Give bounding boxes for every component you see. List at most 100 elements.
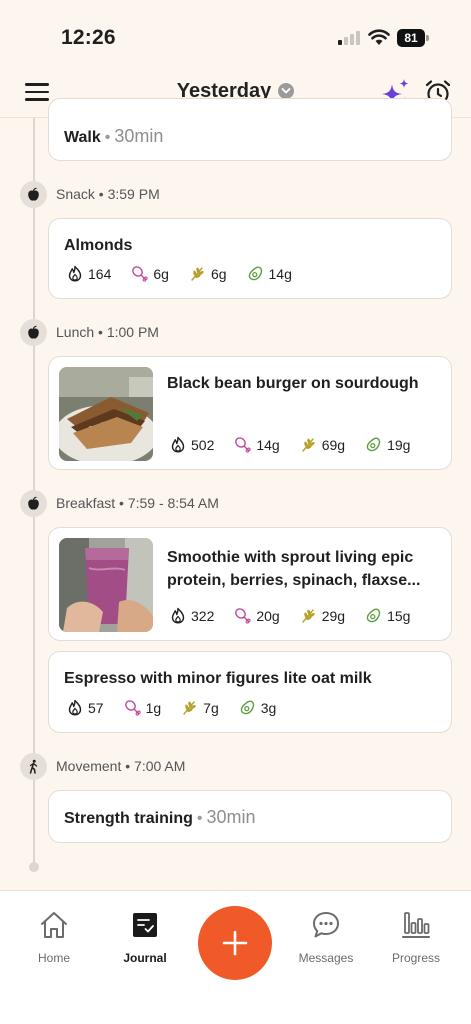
apple-icon [20, 490, 47, 517]
avocado-icon [366, 437, 381, 452]
protein-macro: 14g [234, 436, 280, 453]
protein-value: 1g [145, 699, 162, 716]
avocado-icon [240, 700, 254, 715]
nav-label-home: Home [37, 951, 70, 965]
wheat-icon [191, 267, 204, 281]
activity-title: Strength training • 30min [64, 807, 256, 827]
activity-title: Walk • 30min [64, 126, 164, 146]
apple-icon [20, 181, 47, 208]
carbs-value: 29g [321, 607, 346, 624]
carbs-macro: 6g [189, 265, 227, 282]
nav-label-journal: Journal [123, 951, 167, 965]
battery-icon: 81 [397, 29, 429, 47]
battery-level: 81 [397, 29, 425, 47]
walking-person-icon [20, 753, 47, 780]
food-card-burger[interactable]: Black bean burger on sourdough 502 14g 6… [48, 356, 452, 470]
drumstick-icon [235, 437, 252, 453]
status-bar: 12:26 81 [0, 0, 471, 70]
nav-progress[interactable]: Progress [376, 909, 456, 965]
section-label-lunch: Lunch • 1:00 PM [56, 324, 159, 340]
macros-row: 502 14g 69g 19g [170, 436, 430, 453]
home-icon [41, 912, 67, 938]
protein-value: 20g [256, 607, 280, 624]
bar-chart-icon [402, 912, 430, 938]
fat-value: 15g [387, 607, 411, 624]
protein-macro: 6g [131, 265, 169, 282]
journal-icon [133, 913, 157, 937]
nav-label-progress: Progress [391, 951, 441, 965]
protein-macro: 20g [234, 607, 280, 624]
food-card-smoothie[interactable]: Smoothie with sprout living epic protein… [48, 527, 452, 641]
activity-duration: 30min [206, 807, 256, 827]
food-card-espresso[interactable]: Espresso with minor figures lite oat mil… [48, 651, 452, 733]
fat-value: 19g [387, 436, 411, 453]
carbs-macro: 29g [300, 607, 345, 624]
chevron-down-icon[interactable] [278, 82, 295, 99]
burger-photo [59, 367, 153, 461]
avocado-icon [248, 266, 262, 281]
fat-value: 14g [268, 265, 292, 282]
flame-icon [171, 436, 185, 453]
fat-macro: 3g [239, 699, 277, 716]
wheat-icon [302, 609, 315, 623]
fat-macro: 14g [247, 265, 292, 282]
nav-messages[interactable]: Messages [286, 909, 366, 965]
flame-icon [68, 265, 82, 282]
plus-icon [222, 930, 248, 956]
carbs-value: 6g [210, 265, 227, 282]
avocado-icon [366, 608, 381, 623]
drumstick-icon [124, 700, 141, 716]
nav-home[interactable]: Home [14, 909, 94, 965]
food-title: Black bean burger on sourdough [167, 375, 419, 392]
carbs-macro: 7g [181, 699, 219, 716]
drumstick-icon [235, 608, 252, 624]
fat-value: 3g [260, 699, 277, 716]
section-label-snack: Snack • 3:59 PM [56, 186, 160, 202]
calories-value: 502 [191, 436, 215, 453]
activity-name: Strength training [64, 810, 193, 827]
food-title-line-1: Smoothie with sprout living epic [167, 549, 414, 566]
chat-bubble-icon [313, 912, 339, 938]
apple-icon [20, 319, 47, 346]
calories-macro: 502 [170, 436, 214, 453]
activity-card-strength[interactable]: Strength training • 30min [48, 790, 452, 843]
activity-duration: 30min [114, 126, 164, 146]
calories-macro: 322 [170, 607, 214, 624]
calories-value: 57 [88, 699, 104, 716]
food-card-almonds[interactable]: Almonds 164 6g 6g 14g [48, 218, 452, 299]
wheat-icon [302, 438, 315, 452]
fat-macro: 15g [365, 607, 410, 624]
food-title: Smoothie with sprout living epic protein… [167, 546, 420, 592]
protein-macro: 1g [124, 699, 162, 716]
calories-macro: 57 [67, 699, 104, 716]
food-title: Espresso with minor figures lite oat mil… [64, 670, 372, 687]
wheat-icon [183, 701, 196, 715]
macros-row: 57 1g 7g 3g [67, 699, 296, 716]
status-time: 12:26 [61, 26, 116, 49]
food-title-line-2: protein, berries, spinach, flaxse... [167, 572, 421, 589]
nav-journal[interactable]: Journal [105, 909, 185, 965]
food-title: Almonds [64, 237, 133, 254]
calories-value: 164 [88, 265, 112, 282]
section-label-breakfast: Breakfast • 7:59 - 8:54 AM [56, 495, 219, 511]
cellular-signal-icon [338, 31, 362, 45]
flame-icon [171, 607, 185, 624]
wifi-icon [368, 29, 390, 45]
fat-macro: 19g [365, 436, 410, 453]
nav-label-messages: Messages [298, 951, 354, 965]
macros-row: 164 6g 6g 14g [67, 265, 312, 282]
flame-icon [68, 699, 82, 716]
section-label-movement: Movement • 7:00 AM [56, 758, 186, 774]
activity-card-walk[interactable]: Walk • 30min [48, 98, 452, 161]
add-entry-button[interactable] [198, 906, 272, 980]
carbs-value: 7g [203, 699, 219, 716]
bottom-navigation: Home Journal Messages Progress [0, 890, 471, 1024]
calories-macro: 164 [67, 265, 111, 282]
activity-name: Walk [64, 129, 101, 146]
calories-value: 322 [191, 607, 215, 624]
carbs-value: 69g [321, 436, 346, 453]
protein-value: 14g [256, 436, 280, 453]
timeline-end-dot [29, 862, 39, 872]
protein-value: 6g [153, 265, 169, 282]
carbs-macro: 69g [300, 436, 345, 453]
